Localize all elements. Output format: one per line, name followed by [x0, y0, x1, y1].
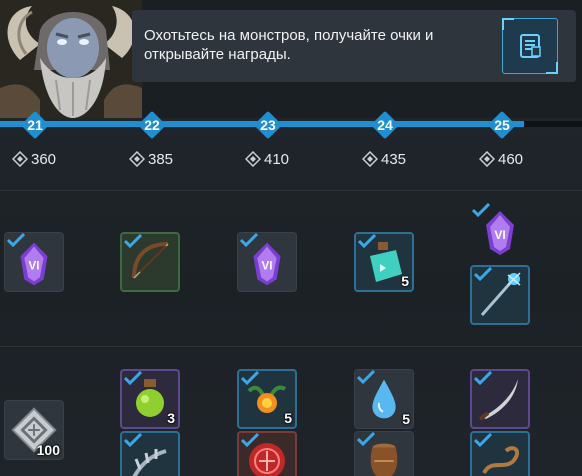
checkmark-icon — [357, 370, 375, 384]
reward-slot[interactable]: 3 — [120, 369, 180, 429]
reward-slot[interactable] — [237, 431, 297, 476]
item-quantity: 5 — [401, 273, 409, 289]
reward-slot[interactable]: 5 — [237, 369, 297, 429]
level-marker: 23 — [253, 110, 283, 140]
reward-slot[interactable]: 5 — [354, 369, 414, 429]
checkmark-icon — [474, 433, 492, 447]
tip-banner: Охотьтесь на монстров, получайте очки и … — [132, 10, 576, 82]
journal-icon — [520, 34, 541, 58]
svg-text:VI: VI — [262, 260, 273, 273]
checkmark-icon — [241, 433, 259, 447]
checkmark-icon — [357, 432, 375, 446]
rune-diamond-icon — [245, 151, 261, 167]
level-marker: 22 — [137, 110, 167, 140]
reward-slot[interactable]: VI — [4, 232, 64, 292]
item-quantity: 3 — [167, 410, 175, 426]
level-points: 360 — [12, 150, 56, 168]
svg-text:VI: VI — [494, 228, 505, 242]
checkmark-icon — [472, 203, 490, 217]
character-portrait — [0, 0, 142, 118]
row-divider — [0, 346, 582, 347]
checkmark-icon — [124, 371, 142, 385]
level-points: 410 — [245, 150, 289, 168]
checkmark-icon — [358, 234, 376, 248]
reward-slot[interactable] — [354, 431, 414, 476]
checkmark-icon — [124, 433, 142, 447]
row-divider — [0, 190, 582, 191]
level-marker: 25 — [487, 110, 517, 140]
checkmark-icon — [241, 371, 259, 385]
checkmark-icon — [240, 233, 258, 247]
reward-slot[interactable] — [120, 431, 180, 476]
svg-text:VI: VI — [29, 260, 40, 273]
reward-slot[interactable] — [120, 232, 180, 292]
reward-slot[interactable]: 100 — [4, 400, 64, 460]
battle-pass-screen: Охотьтесь на монстров, получайте очки и … — [0, 0, 582, 476]
rune-diamond-icon — [479, 151, 495, 167]
reward-slot[interactable] — [470, 369, 530, 429]
level-marker: 21 — [20, 110, 50, 140]
reward-slot[interactable]: VI — [470, 203, 530, 263]
rune-diamond-icon — [362, 151, 378, 167]
reward-slot[interactable]: 5 — [354, 232, 414, 292]
reward-slot[interactable] — [470, 265, 530, 325]
info-button[interactable] — [502, 18, 558, 74]
rune-diamond-icon — [12, 151, 28, 167]
reward-slot[interactable] — [470, 431, 530, 476]
checkmark-icon — [7, 233, 25, 247]
level-points: 460 — [479, 150, 523, 168]
tip-text: Охотьтесь на монстров, получайте очки и … — [144, 27, 434, 63]
level-points: 435 — [362, 150, 406, 168]
checkmark-icon — [124, 234, 142, 248]
item-quantity: 100 — [36, 442, 60, 458]
item-quantity: 5 — [284, 410, 292, 426]
reward-slot[interactable]: VI — [237, 232, 297, 292]
rune-diamond-icon — [129, 151, 145, 167]
checkmark-icon — [474, 267, 492, 281]
item-quantity: 5 — [402, 411, 410, 427]
level-marker: 24 — [370, 110, 400, 140]
checkmark-icon — [474, 371, 492, 385]
level-points: 385 — [129, 150, 173, 168]
